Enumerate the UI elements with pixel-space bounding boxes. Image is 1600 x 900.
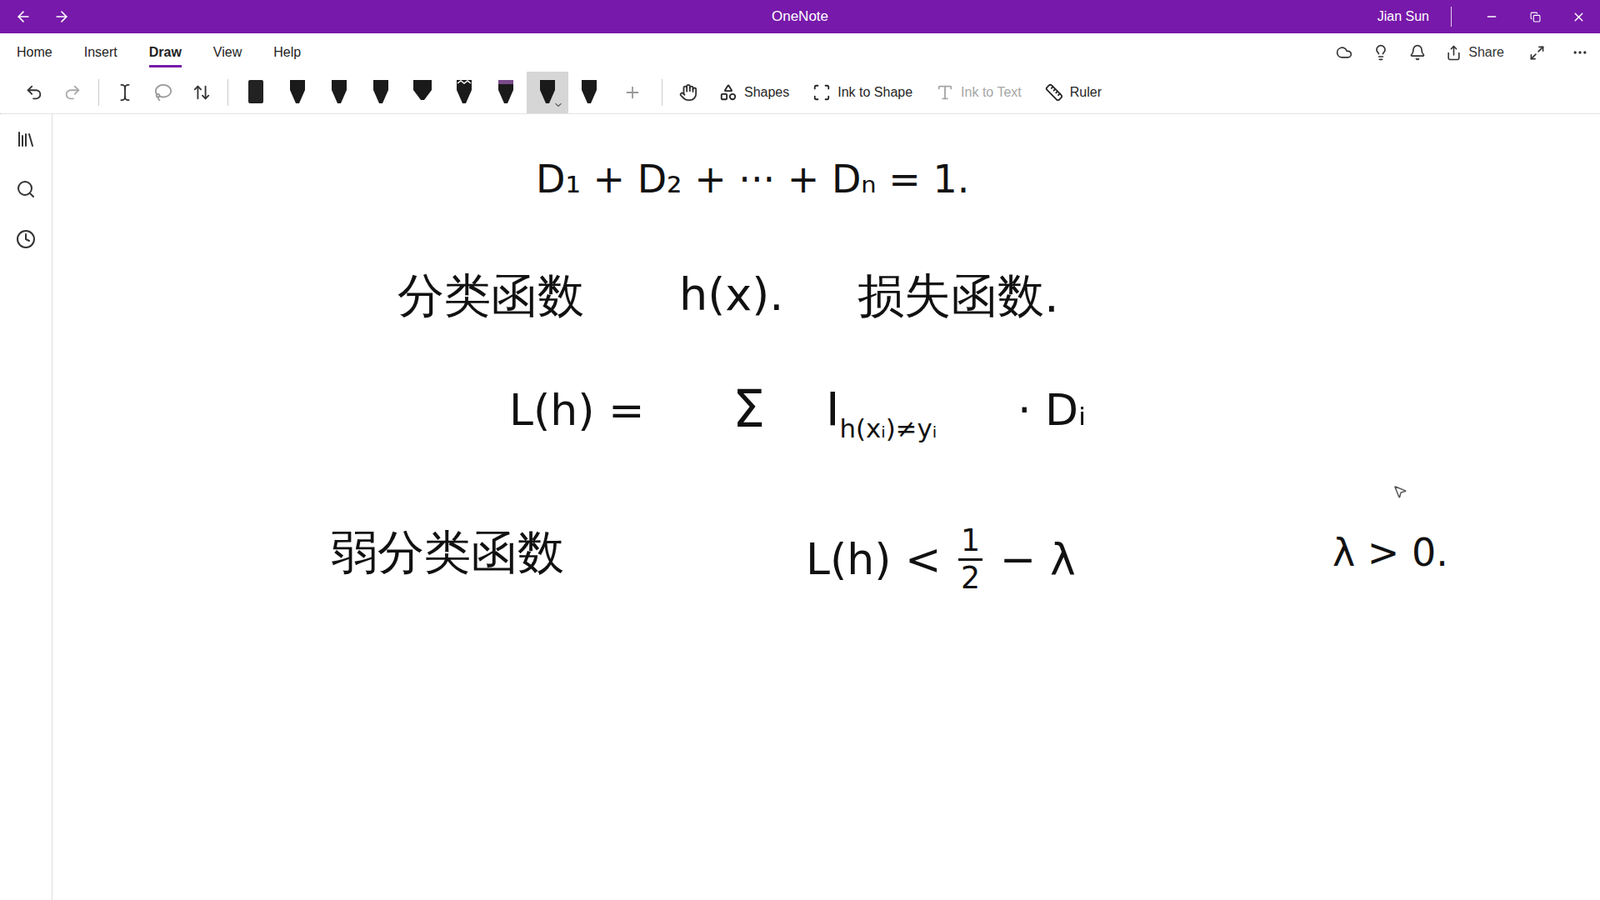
ink-text[interactable]: Σ xyxy=(732,379,765,439)
pen-icon xyxy=(579,78,600,107)
tool-icon xyxy=(935,83,955,102)
restore-button[interactable] xyxy=(1513,0,1557,34)
menu-tab[interactable]: View xyxy=(213,38,242,68)
add-space-button[interactable] xyxy=(182,83,221,102)
minimize-button[interactable] xyxy=(1470,0,1514,34)
app-title: OneNote xyxy=(771,8,829,25)
tool-button[interactable]: Shapes xyxy=(707,83,801,102)
ink-text[interactable]: 损失函数. xyxy=(857,269,1060,323)
tool-button[interactable]: Ink to Text xyxy=(924,83,1034,102)
user-name[interactable]: Jian Sun xyxy=(1377,6,1452,27)
tool-button[interactable]: Ruler xyxy=(1033,83,1114,102)
pen-icon xyxy=(287,78,308,107)
pen-button[interactable] xyxy=(276,71,319,114)
bell-icon xyxy=(1409,44,1426,61)
share-button[interactable]: Share xyxy=(1435,45,1515,61)
pen-button[interactable] xyxy=(443,71,485,114)
ink-text[interactable]: 弱分类函数 xyxy=(330,525,565,580)
add-space-icon xyxy=(192,83,211,102)
pen-button[interactable] xyxy=(485,71,527,114)
onenote-window: OneNote Jian Sun Home Insert Draw View Help Sha… xyxy=(0,0,1600,900)
page-canvas[interactable]: D₁ + D₂ + ··· + Dₙ = 1. 分类函数 h(x). 损失函数. L(h… xyxy=(52,114,1600,900)
pen-button[interactable] xyxy=(235,71,277,114)
lasso-button[interactable] xyxy=(144,83,183,102)
lightbulb-icon xyxy=(1372,44,1390,61)
search-icon[interactable] xyxy=(15,179,36,200)
ink-text[interactable]: λ > 0. xyxy=(1332,530,1449,575)
type-select-button[interactable] xyxy=(105,83,145,102)
dropdown-icon xyxy=(553,100,564,110)
lasso-icon xyxy=(154,83,173,102)
tool-button[interactable]: Ink to Shape xyxy=(800,83,925,102)
menu-tab[interactable]: Draw xyxy=(149,38,182,68)
fullscreen-button[interactable] xyxy=(1514,45,1560,61)
ink-text[interactable]: Ih(xᵢ)≠yᵢ xyxy=(825,382,937,436)
menu-tab[interactable]: Help xyxy=(273,38,301,68)
pen-icon xyxy=(454,78,475,107)
share-icon xyxy=(1445,45,1462,61)
mouse-cursor-icon xyxy=(1392,484,1408,503)
pen-button[interactable] xyxy=(526,71,569,114)
pen-button[interactable] xyxy=(401,71,444,114)
plus-icon xyxy=(623,83,642,102)
tool-icon xyxy=(812,83,831,102)
close-icon xyxy=(1571,10,1586,25)
menu-tab[interactable]: Home xyxy=(16,38,53,68)
title-bar: OneNote Jian Sun xyxy=(0,0,1600,34)
more-icon xyxy=(1571,44,1589,61)
ink-text[interactable]: 分类函数 xyxy=(397,269,585,323)
pen-button[interactable] xyxy=(360,71,402,114)
expand-icon xyxy=(1529,45,1545,61)
undo-button[interactable] xyxy=(15,83,54,102)
pen-button[interactable] xyxy=(318,71,360,114)
text-cursor-icon xyxy=(115,83,135,102)
pen-icon xyxy=(329,78,350,107)
redo-button[interactable] xyxy=(53,83,92,102)
ink-text[interactable]: · Dᵢ xyxy=(1017,385,1086,436)
forward-icon[interactable] xyxy=(53,8,70,25)
pen-button[interactable] xyxy=(568,71,610,114)
notebooks-icon[interactable] xyxy=(15,129,36,150)
close-button[interactable] xyxy=(1556,0,1600,34)
menu-row: Home Insert Draw View Help Share xyxy=(0,33,1600,72)
draw-toolbar: ShapesInk to ShapeInk to TextRuler xyxy=(0,71,1600,115)
tool-icon xyxy=(719,83,738,102)
minimize-icon xyxy=(1485,10,1499,24)
recent-icon[interactable] xyxy=(15,229,36,250)
pen-icon xyxy=(537,78,558,107)
touch-draw-button[interactable] xyxy=(669,83,708,102)
undo-icon xyxy=(25,83,44,102)
sync-icon xyxy=(1335,44,1353,61)
nav-rail xyxy=(0,114,53,900)
ideas-button[interactable] xyxy=(1362,44,1400,61)
add-pen-button[interactable] xyxy=(610,83,655,102)
hand-icon xyxy=(679,83,698,102)
restore-icon xyxy=(1530,11,1541,23)
back-icon[interactable] xyxy=(15,8,32,25)
pen-icon xyxy=(412,78,433,107)
tool-icon xyxy=(1045,83,1064,102)
ink-text[interactable]: L(h) < 12 − λ xyxy=(805,525,1076,595)
more-button[interactable] xyxy=(1560,44,1600,61)
ink-text[interactable]: h(x). xyxy=(679,269,784,321)
ink-text[interactable]: L(h) = xyxy=(509,385,645,436)
ink-text[interactable]: D₁ + D₂ + ··· + Dₙ = 1. xyxy=(535,157,970,202)
pen-icon xyxy=(370,78,391,107)
pen-icon xyxy=(495,78,516,107)
menu-tab[interactable]: Insert xyxy=(84,38,118,68)
sync-button[interactable] xyxy=(1325,44,1363,61)
pen-icon xyxy=(245,78,266,107)
redo-icon xyxy=(63,83,82,102)
notifications-button[interactable] xyxy=(1399,44,1436,61)
